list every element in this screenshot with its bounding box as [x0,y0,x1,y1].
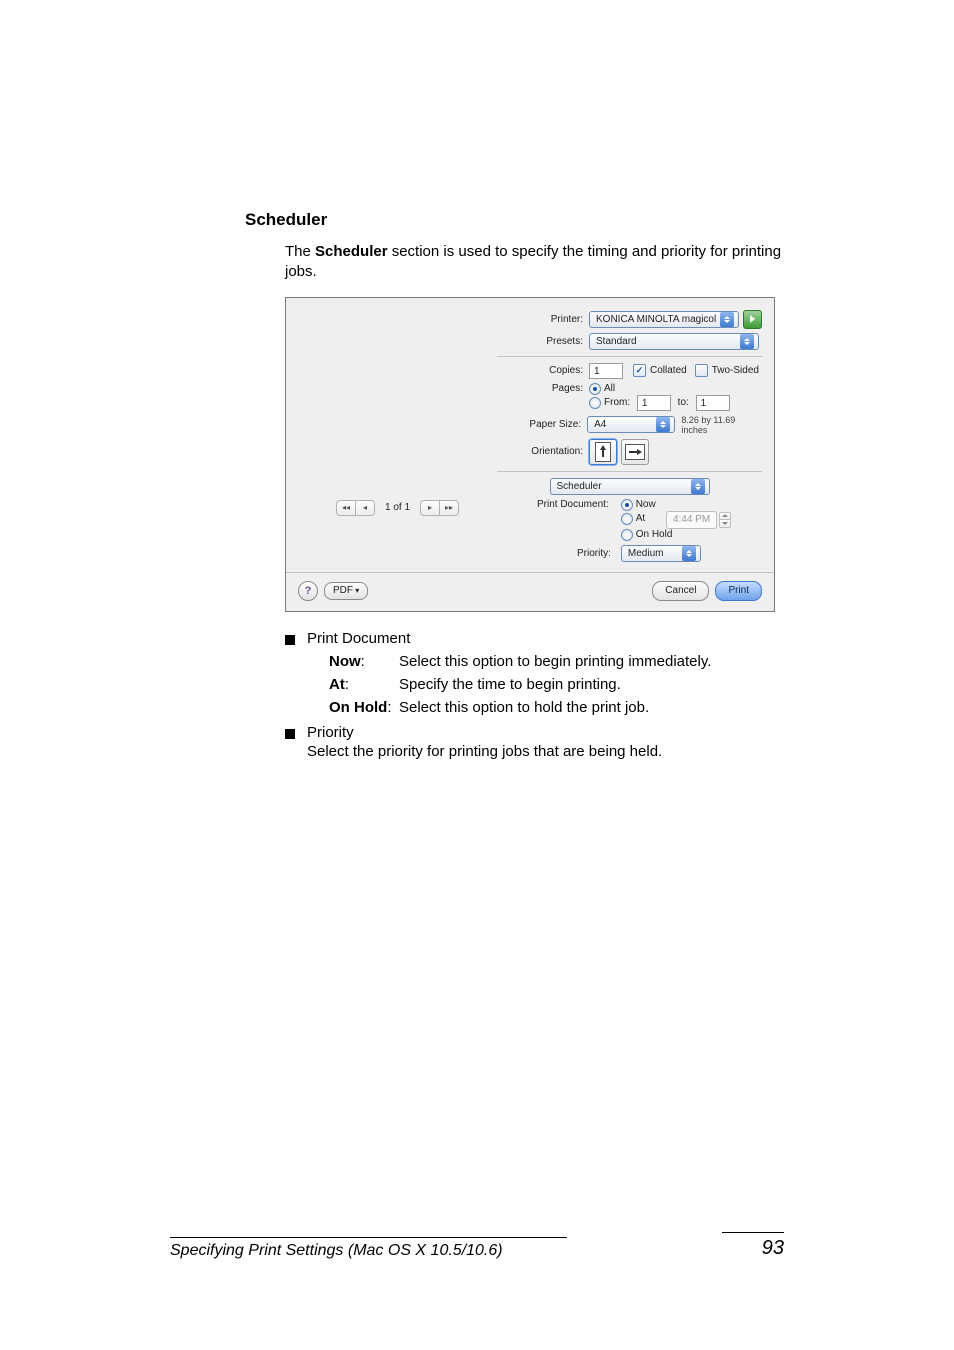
prev-page-icon[interactable]: ◂ [356,500,375,516]
print-document-label: Print Document: [537,499,615,510]
collated-checkbox[interactable]: Collated [633,364,687,377]
on-hold-text: Select this option to hold the print job… [399,697,649,718]
chevron-updown-icon [740,334,754,349]
footer-rule-right [722,1232,784,1233]
pane-select-value: Scheduler [557,481,687,492]
at-text: Specify the time to begin printing. [399,674,621,695]
paper-size-value: A4 [594,419,652,430]
next-page-icon[interactable]: ▸ [420,500,440,516]
on-hold-key: On Hold [329,699,387,716]
chevron-updown-icon [691,479,705,494]
printer-label: Printer: [497,314,589,325]
pages-all-label: All [604,383,615,394]
section-heading: Scheduler [245,210,784,230]
page-counter: 1 of 1 [385,502,410,513]
radio-unselected-icon [621,513,633,525]
radio-selected-icon [589,383,601,395]
orientation-label: Orientation: [497,446,589,457]
pages-to-label: to: [678,397,689,408]
schedule-at-radio[interactable]: At [621,514,645,525]
portrait-icon [595,442,611,462]
printer-select-value: KONICA MINOLTA magicolor 7... [596,314,716,325]
bullet-icon [285,635,295,645]
orientation-landscape-button[interactable] [621,439,649,465]
landscape-icon [625,444,645,460]
presets-select[interactable]: Standard [589,333,759,350]
schedule-time-stepper[interactable]: 4:44 PM [666,511,731,529]
priority-select[interactable]: Medium [621,545,701,562]
priority-select-value: Medium [628,548,678,559]
chevron-updown-icon [682,546,696,561]
paper-size-note: 8.26 by 11.69 inches [681,415,762,435]
page-nav-back-group[interactable]: ◂◂ ◂ [336,500,375,516]
intro-paragraph: The Scheduler section is used to specify… [285,242,784,283]
checkbox-unchecked-icon [695,364,708,377]
radio-unselected-icon [621,529,633,541]
pages-from-input[interactable]: 1 [637,395,671,411]
now-key: Now [329,653,361,670]
orientation-portrait-button[interactable] [589,439,617,465]
priority-desc: Select the priority for printing jobs th… [307,743,662,760]
divider [497,356,762,357]
schedule-onhold-label: On Hold [636,529,673,540]
pdf-menu-label: PDF [333,585,359,596]
radio-unselected-icon [589,397,601,409]
pages-label: Pages: [497,383,589,394]
paper-size-select[interactable]: A4 [587,416,675,433]
stepper-arrows-icon[interactable] [719,512,731,528]
first-page-icon[interactable]: ◂◂ [336,500,356,516]
pane-select[interactable]: Scheduler [550,478,710,495]
chevron-updown-icon [656,417,670,432]
at-key: At [329,676,345,693]
footer-page-number: 93 [762,1237,784,1259]
bullet-priority: Priority [307,724,354,741]
priority-label: Priority: [577,548,617,559]
collated-label: Collated [650,365,687,376]
pages-from-radio[interactable]: From: [589,398,630,409]
pages-all-radio[interactable]: All [589,383,615,394]
checkbox-checked-icon [633,364,646,377]
presets-label: Presets: [497,336,589,347]
intro-prefix: The [285,243,315,260]
preview-pane: ◂◂ ◂ 1 of 1 ▸ ▸▸ [298,306,497,516]
two-sided-label: Two-Sided [712,365,759,376]
page-footer: Specifying Print Settings (Mac OS X 10.5… [170,1232,784,1260]
paper-size-label: Paper Size: [497,419,587,430]
schedule-now-radio[interactable]: Now [621,499,656,510]
bullet-print-document: Print Document [307,630,410,647]
divider [497,471,762,472]
schedule-at-label: At [636,513,645,524]
printer-select[interactable]: KONICA MINOLTA magicolor 7... [589,311,739,328]
print-dialog: ◂◂ ◂ 1 of 1 ▸ ▸▸ Printer: K [285,297,775,612]
pages-to-input[interactable]: 1 [696,395,730,411]
presets-select-value: Standard [596,336,736,347]
copies-label: Copies: [497,365,589,376]
print-button[interactable]: Print [715,581,762,601]
footer-title: Specifying Print Settings (Mac OS X 10.5… [170,1242,503,1259]
last-page-icon[interactable]: ▸▸ [440,500,459,516]
intro-bold: Scheduler [315,243,388,260]
schedule-time-value[interactable]: 4:44 PM [666,511,717,529]
schedule-onhold-radio[interactable]: On Hold [621,529,673,540]
two-sided-checkbox[interactable]: Two-Sided [695,364,759,377]
chevron-updown-icon [720,312,734,327]
cancel-button[interactable]: Cancel [652,581,709,601]
radio-selected-icon [621,499,633,511]
divider [286,572,774,573]
copies-input[interactable]: 1 [589,363,623,379]
bullet-icon [285,729,295,739]
now-text: Select this option to begin printing imm… [399,651,711,672]
page-nav-fwd-group[interactable]: ▸ ▸▸ [420,500,459,516]
pages-from-label: From: [604,397,630,408]
schedule-now-label: Now [636,499,656,510]
footer-rule-left [170,1237,567,1238]
pdf-menu-button[interactable]: PDF [324,582,368,600]
help-button[interactable]: ? [298,581,318,601]
printer-status-icon[interactable] [743,310,762,329]
